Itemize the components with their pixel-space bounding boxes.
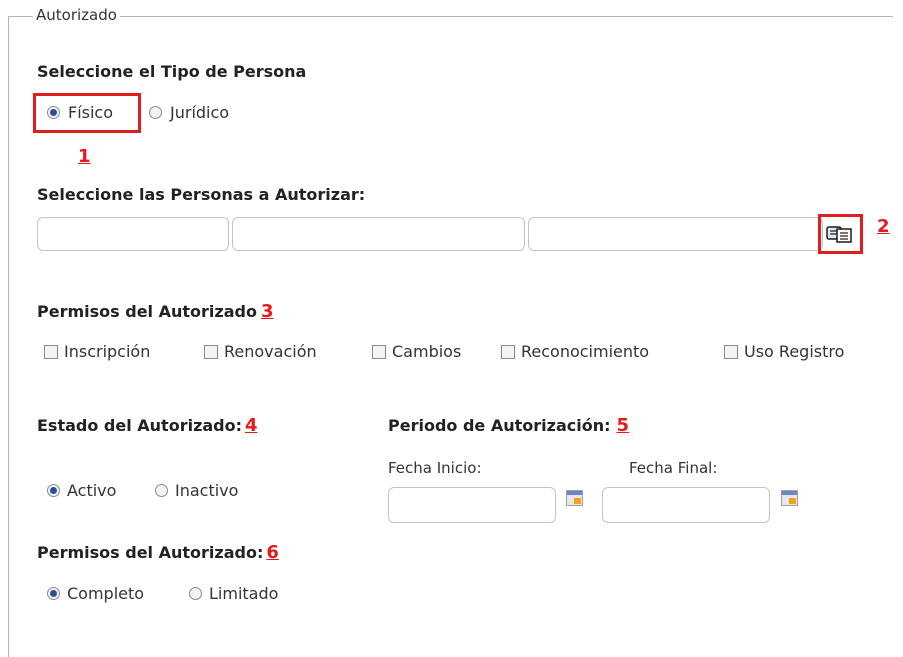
annotation-number-2: 2: [877, 216, 890, 237]
radio-inactivo-control[interactable]: [155, 484, 168, 497]
fecha-final-label: Fecha Final:: [629, 459, 718, 477]
radio-limitado[interactable]: Limitado: [189, 584, 278, 603]
persona-field-2[interactable]: [232, 217, 525, 251]
radio-activo-control[interactable]: [47, 484, 60, 497]
checkbox-cambios-control[interactable]: [372, 344, 386, 359]
radio-juridico-label: Jurídico: [170, 103, 230, 122]
radio-inactivo-label: Inactivo: [175, 481, 239, 500]
tipo-persona-heading: Seleccione el Tipo de Persona: [37, 62, 307, 81]
estado-heading: Estado del Autorizado:: [37, 416, 243, 435]
radio-completo[interactable]: Completo: [47, 584, 144, 603]
checkbox-cambios-label: Cambios: [392, 342, 462, 361]
annotation-number-1: 1: [78, 146, 91, 167]
radio-limitado-label: Limitado: [209, 584, 279, 603]
fecha-final-input[interactable]: [602, 487, 770, 523]
radio-activo-label: Activo: [67, 481, 117, 500]
radio-completo-label: Completo: [67, 584, 145, 603]
persona-field-3[interactable]: [528, 217, 823, 251]
checkbox-reconocimiento-label: Reconocimiento: [521, 342, 650, 361]
radio-fisico-control[interactable]: [47, 106, 60, 119]
permisos-heading-row: Permisos del Autorizado 3: [37, 301, 273, 322]
checkbox-inscripcion[interactable]: Inscripción: [44, 342, 150, 361]
checkbox-uso-registro-control[interactable]: [724, 344, 738, 359]
checkbox-renovacion-label: Renovación: [224, 342, 317, 361]
checkbox-uso-registro-label: Uso Registro: [744, 342, 845, 361]
radio-fisico[interactable]: Físico: [47, 103, 113, 122]
radio-inactivo[interactable]: Inactivo: [155, 481, 238, 500]
periodo-heading-row: Periodo de Autorización: 5: [388, 415, 629, 436]
annotation-number-6: 6: [266, 542, 279, 563]
annotation-number-3: 3: [260, 301, 274, 322]
radio-fisico-label: Físico: [68, 103, 114, 122]
checkbox-reconocimiento-control[interactable]: [501, 344, 515, 359]
checkbox-uso-registro[interactable]: Uso Registro: [724, 342, 844, 361]
radio-juridico[interactable]: Jurídico: [149, 103, 229, 122]
persona-field-1[interactable]: [37, 217, 229, 251]
radio-completo-control[interactable]: [47, 587, 60, 600]
checkbox-renovacion[interactable]: Renovación: [204, 342, 317, 361]
checkbox-renovacion-control[interactable]: [204, 344, 218, 359]
fecha-inicio-label: Fecha Inicio:: [388, 459, 482, 477]
annotation-number-5: 5: [616, 415, 630, 436]
permisos-heading: Permisos del Autorizado: [37, 302, 257, 321]
calendar-inicio-icon[interactable]: [566, 490, 583, 506]
checkbox-cambios[interactable]: Cambios: [372, 342, 461, 361]
radio-juridico-control[interactable]: [149, 106, 162, 119]
checkbox-inscripcion-label: Inscripción: [64, 342, 151, 361]
annotation-number-4: 4: [245, 415, 258, 436]
periodo-heading: Periodo de Autorización:: [388, 416, 611, 435]
estado-heading-row: Estado del Autorizado: 4: [37, 415, 258, 436]
fecha-inicio-input[interactable]: [388, 487, 556, 523]
radio-limitado-control[interactable]: [189, 587, 202, 600]
radio-activo[interactable]: Activo: [47, 481, 116, 500]
fieldset-legend: Autorizado: [33, 6, 120, 24]
checkbox-reconocimiento[interactable]: Reconocimiento: [501, 342, 649, 361]
permisos-tipo-heading: Permisos del Autorizado:: [37, 543, 264, 562]
checkbox-inscripcion-control[interactable]: [44, 344, 58, 359]
personas-heading: Seleccione las Personas a Autorizar:: [37, 185, 366, 204]
permisos-tipo-heading-row: Permisos del Autorizado: 6: [37, 542, 279, 563]
calendar-final-icon[interactable]: [781, 490, 798, 506]
lookup-card-icon[interactable]: [826, 224, 854, 244]
